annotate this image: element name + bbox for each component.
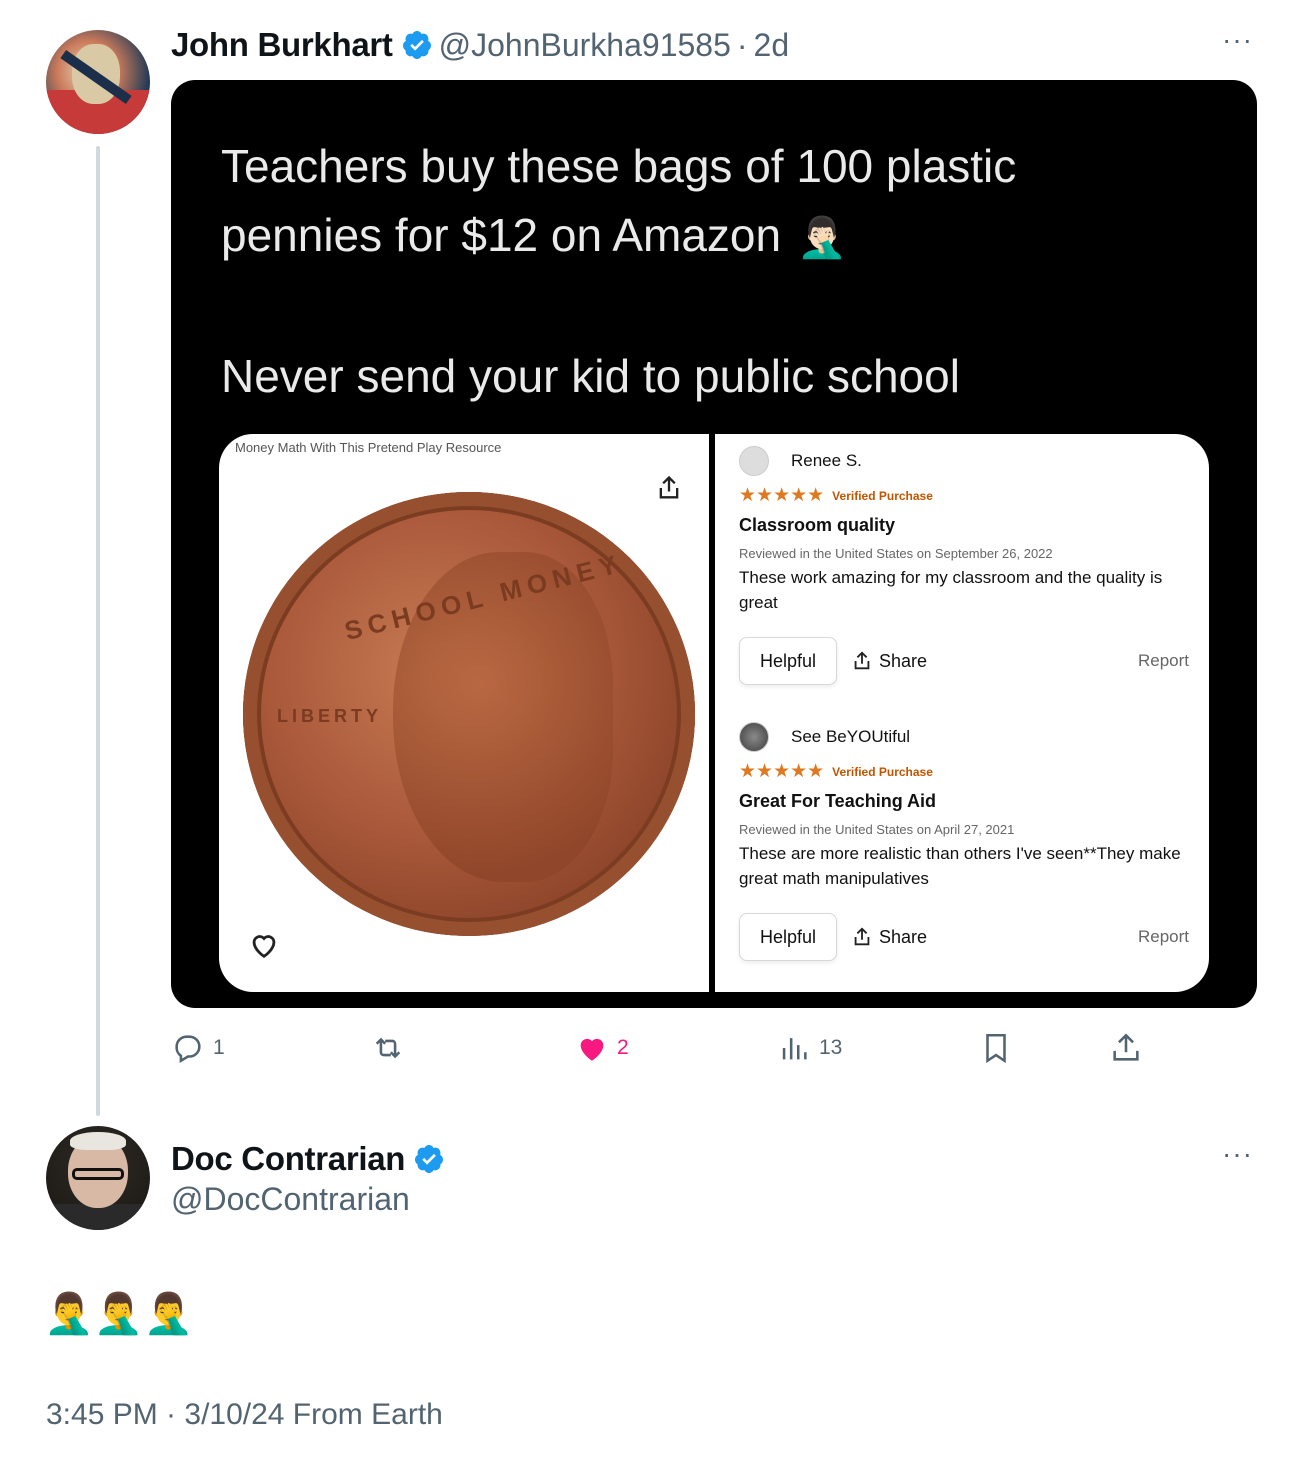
media-text-line-2: pennies for $12 on Amazon 🤦🏻‍♂️ [221,201,1121,273]
review-actions: Helpful Share Report [739,913,1189,961]
reply-icon [175,1035,201,1064]
review-body: These work amazing for my classroom and … [739,568,1163,612]
media-text-gap [221,273,1121,342]
reviewer-name: See BeYOUtiful [791,727,911,746]
repost-button[interactable] [371,1026,405,1070]
share-icon [659,475,679,499]
handle[interactable]: @JohnBurkha91585 [439,27,731,64]
share-label: Share [879,650,928,671]
tweet-timestamp[interactable]: 3:45 PM · 3/10/24 From Earth [46,1398,443,1432]
product-image-panel: Money Math With This Pretend Play Resour… [219,434,709,992]
penny-image: SCHOOL MONEY LIBERTY [243,492,695,936]
review-share-link: Share [851,650,927,672]
repost-icon [375,1037,401,1059]
media-text-line-2-text: pennies for $12 on Amazon [221,209,782,261]
review-body: These are more realistic than others I'v… [739,844,1181,888]
review-date: Reviewed in the United States on Septemb… [739,546,1053,561]
tweet-header: John Burkhart @JohnBurkha91585 · 2d [171,26,789,64]
handle[interactable]: @DocContrarian [171,1181,410,1218]
views-chart-icon [782,1038,807,1060]
reviewer-name: Renee S. [791,451,862,470]
media-caption: Teachers buy these bags of 100 plastic p… [221,132,1121,411]
display-name[interactable]: Doc Contrarian [171,1140,405,1178]
product-screenshot-card: Money Math With This Pretend Play Resour… [219,434,1209,992]
tweet-media-image[interactable]: Teachers buy these bags of 100 plastic p… [171,80,1257,1008]
avatar[interactable] [46,1126,150,1230]
views-count: 13 [819,1036,843,1059]
media-text-line-3: Never send your kid to public school [221,350,960,402]
avatar-art-glasses [72,1168,124,1180]
more-options-icon[interactable]: ··· [1222,1140,1253,1168]
product-caption: Money Math With This Pretend Play Resour… [235,440,502,455]
tweet-text: 🤦‍♂️🤦‍♂️🤦‍♂️ [44,1292,194,1336]
verified-badge-icon [402,31,431,59]
tweet-header: Doc Contrarian [171,1140,451,1178]
share-icon [854,927,870,946]
reviewer-avatar-icon [739,722,769,752]
separator-dot: · [736,26,748,63]
share-icon [854,651,870,670]
bookmark-icon [986,1033,1006,1064]
review-rating: ★★★★★ Verified Purchase [739,760,1189,783]
avatar-art-hair [70,1132,126,1150]
bookmark-button[interactable] [979,1026,1013,1070]
review-share-link: Share [851,926,927,948]
share-label: Share [879,926,928,947]
display-name[interactable]: John Burkhart [171,26,393,64]
report-link: Report [1137,651,1189,670]
helpful-button: Helpful [739,637,838,685]
heart-filled-icon [580,1038,604,1061]
more-options-icon[interactable]: ··· [1222,26,1253,54]
share-button[interactable] [1109,1026,1143,1070]
thread-connector-line [96,146,100,1116]
review-date: Reviewed in the United States on April 2… [739,822,1015,837]
reviews-panel: Renee S. ★★★★★ Verified Purchase Classro… [715,434,1209,992]
like-count: 2 [617,1036,629,1059]
views-button[interactable]: 13 [777,1026,842,1070]
reply-count: 1 [213,1036,225,1059]
review: Renee S. ★★★★★ Verified Purchase Classro… [739,446,1189,685]
review-rating: ★★★★★ Verified Purchase [739,484,1189,507]
star-rating-icon: ★★★★★ [739,485,825,506]
review-actions: Helpful Share Report [739,637,1189,685]
post-time[interactable]: 2d [754,27,790,64]
verified-badge-icon [415,1145,444,1173]
review-user: See BeYOUtiful [739,722,1189,752]
review-user: Renee S. [739,446,1189,476]
verified-purchase-label: Verified Purchase [832,488,933,503]
reply-button[interactable]: 1 [171,1026,225,1070]
reviewer-avatar-icon [739,446,769,476]
share-icon [1113,1033,1139,1061]
helpful-button: Helpful [739,913,838,961]
media-text-line-1: Teachers buy these bags of 100 plastic [221,140,1017,192]
review-title: Great For Teaching Aid [739,791,937,811]
facepalm-emoji: 🤦🏻‍♂️ [797,216,847,260]
review: See BeYOUtiful ★★★★★ Verified Purchase G… [739,722,1189,961]
avatar[interactable] [46,30,150,134]
star-rating-icon: ★★★★★ [739,761,825,782]
coin-left-text: LIBERTY [277,706,383,726]
tweet-action-bar: 1 2 13 [171,1026,1151,1070]
heart-outline-icon [252,935,276,959]
review-title: Classroom quality [739,515,896,535]
like-button[interactable]: 2 [575,1026,629,1070]
report-link: Report [1137,927,1189,946]
verified-purchase-label: Verified Purchase [832,764,933,779]
